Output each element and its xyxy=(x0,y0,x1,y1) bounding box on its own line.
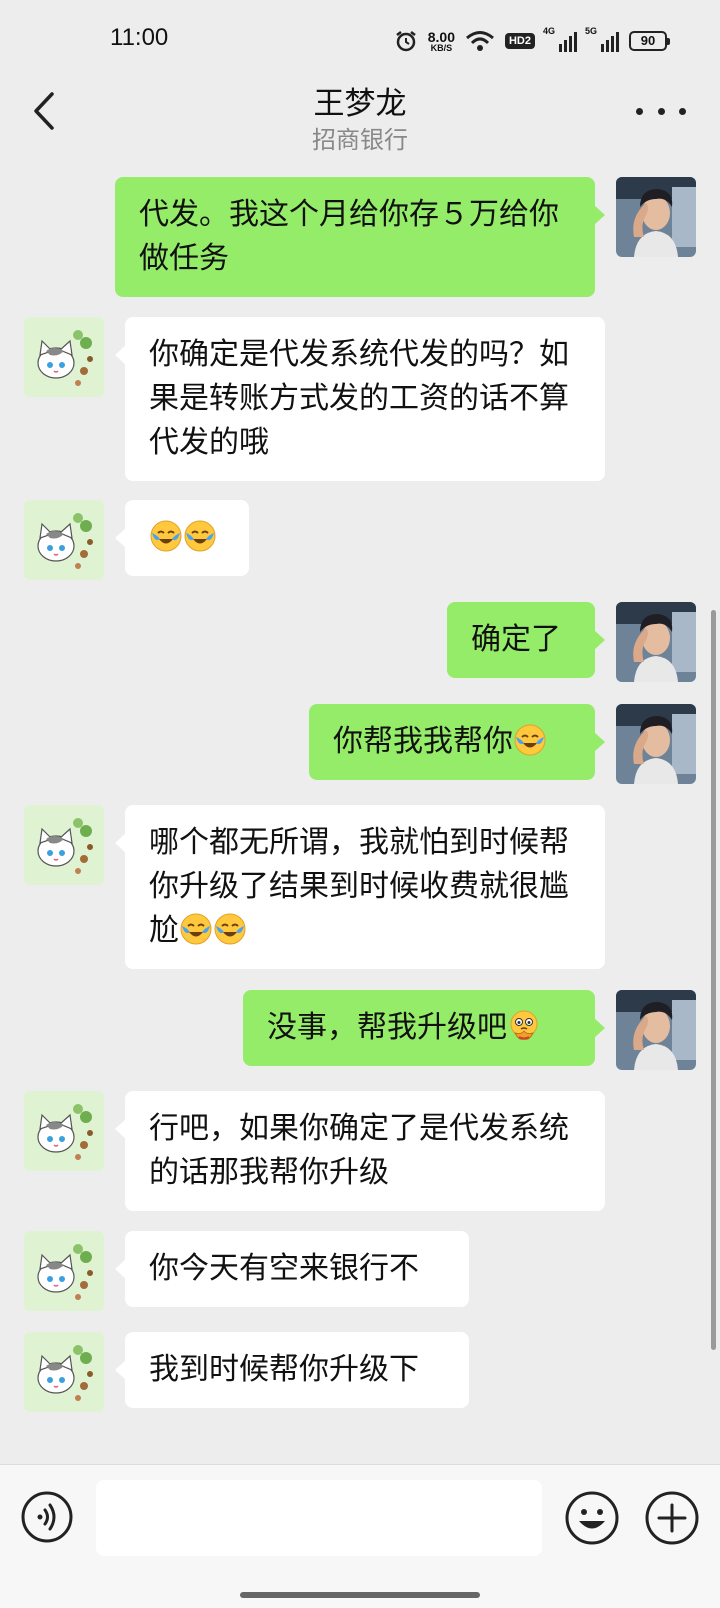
message-bubble[interactable]: 行吧，如果你确定了是代发系统的话那我帮你升级 xyxy=(115,1091,605,1211)
message-bubble[interactable]: 没事，帮我升级吧 xyxy=(243,990,605,1066)
more-options-button[interactable] xyxy=(636,86,686,136)
contact-avatar[interactable] xyxy=(24,1332,104,1412)
chat-header: 王梦龙 招商银行 xyxy=(0,78,720,160)
crying-laughing-emoji xyxy=(149,519,183,553)
cat-cartoon-icon xyxy=(24,317,104,397)
message-input[interactable] xyxy=(96,1480,542,1556)
message-bubble[interactable]: 确定了 xyxy=(447,602,605,678)
person-photo-icon xyxy=(616,704,696,784)
chat-subtitle: 招商银行 xyxy=(312,126,408,154)
battery-icon: 90 xyxy=(629,31,670,51)
emoji-button[interactable] xyxy=(564,1490,620,1546)
person-photo-icon xyxy=(616,602,696,682)
home-indicator[interactable] xyxy=(240,1592,480,1598)
more-dots-icon xyxy=(636,107,643,115)
crying-laughing-emoji xyxy=(183,519,217,553)
alarm-icon xyxy=(395,31,416,52)
cat-cartoon-icon xyxy=(24,1091,104,1171)
my-avatar[interactable] xyxy=(616,602,696,682)
contact-avatar[interactable] xyxy=(24,1091,104,1171)
message-text: 确定了 xyxy=(471,622,561,657)
contact-avatar[interactable] xyxy=(24,805,104,885)
contact-avatar[interactable] xyxy=(24,500,104,580)
cat-cartoon-icon xyxy=(24,1332,104,1412)
wifi-icon xyxy=(466,31,494,51)
message-bubble[interactable]: 你今天有空来银行不 xyxy=(115,1231,469,1307)
chat-title: 王梦龙 xyxy=(313,86,407,122)
message-text: 你今天有空来银行不 xyxy=(149,1251,419,1286)
person-photo-icon xyxy=(616,990,696,1070)
net-speed-unit: KB/S xyxy=(430,42,453,53)
message-text: 没事，帮我升级吧 xyxy=(267,1010,507,1045)
signal-5g-label: 5G xyxy=(585,26,598,36)
voice-icon xyxy=(21,1491,73,1543)
message-bubble[interactable]: 哪个都无所谓，我就怕到时候帮你升级了结果到时候收费就很尴尬 xyxy=(115,805,605,969)
message-list[interactable]: 代发。我这个月给你存５万给你做任务 你确定是代发系统代发的吗？如果是转账方式发的… xyxy=(0,160,720,1465)
plus-button[interactable] xyxy=(644,1490,700,1546)
my-avatar[interactable] xyxy=(616,990,696,1070)
cat-cartoon-icon xyxy=(24,1231,104,1311)
cat-cartoon-icon xyxy=(24,500,104,580)
voice-button[interactable] xyxy=(20,1490,74,1544)
message-text: 你帮我我帮你 xyxy=(333,724,513,759)
hd-badge: HD2 xyxy=(504,33,535,49)
message-bubble[interactable]: 你帮我我帮你 xyxy=(309,704,605,780)
my-avatar[interactable] xyxy=(616,177,696,257)
message-text: 代发。我这个月给你存５万给你做任务 xyxy=(139,197,559,276)
signal-4g-label: 4G xyxy=(543,26,556,36)
message-bubble[interactable]: 你确定是代发系统代发的吗？如果是转账方式发的工资的话不算代发的哦 xyxy=(115,317,605,481)
emoji-icon xyxy=(565,1491,619,1545)
pleading-hands-emoji xyxy=(507,1009,541,1043)
signal-4g-icon: 4G xyxy=(543,26,577,52)
cat-cartoon-icon xyxy=(24,805,104,885)
network-speed: 8.00 KB/S xyxy=(428,30,455,53)
status-icons: 8.00 KB/S HD2 4G 5G 90 xyxy=(394,26,670,56)
status-bar: 11:00 8.00 KB/S HD2 4G 5G 90 xyxy=(0,0,720,78)
crying-laughing-emoji xyxy=(213,912,247,946)
input-bar xyxy=(0,1464,720,1608)
battery-level: 90 xyxy=(629,31,667,51)
contact-avatar[interactable] xyxy=(24,1231,104,1311)
plus-icon xyxy=(645,1491,699,1545)
signal-5g-icon: 5G xyxy=(585,26,619,52)
message-bubble[interactable]: 代发。我这个月给你存５万给你做任务 xyxy=(115,177,605,297)
person-photo-icon xyxy=(616,177,696,257)
message-text: 我到时候帮你升级下 xyxy=(149,1352,419,1387)
my-avatar[interactable] xyxy=(616,704,696,784)
contact-avatar[interactable] xyxy=(24,317,104,397)
chat-scrollbar[interactable] xyxy=(711,610,716,1350)
message-bubble[interactable] xyxy=(115,500,249,576)
message-bubble[interactable]: 我到时候帮你升级下 xyxy=(115,1332,469,1408)
net-speed-value: 8.00 xyxy=(427,28,455,45)
crying-laughing-emoji xyxy=(179,912,213,946)
message-text: 行吧，如果你确定了是代发系统的话那我帮你升级 xyxy=(149,1111,569,1190)
message-text: 你确定是代发系统代发的吗？如果是转账方式发的工资的话不算代发的哦 xyxy=(149,337,569,460)
status-time: 11:00 xyxy=(110,24,169,51)
crying-laughing-emoji xyxy=(513,723,547,757)
